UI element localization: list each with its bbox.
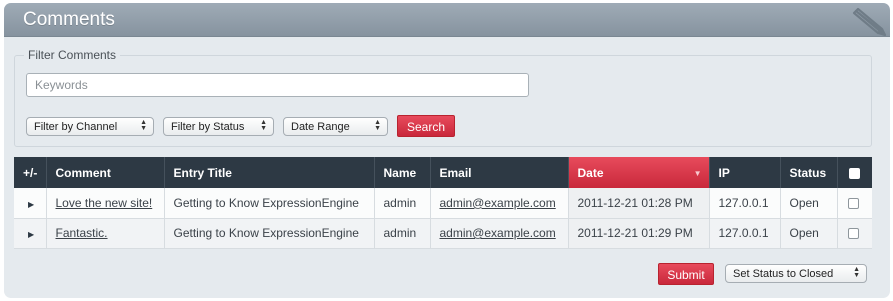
date-cell: 2011-12-21 01:28 PM xyxy=(568,188,710,219)
expand-cell: ▶ xyxy=(14,218,47,249)
row-checkbox[interactable] xyxy=(847,228,859,240)
entry-title-cell: Getting to Know ExpressionEngine xyxy=(164,188,375,219)
sort-desc-icon: ▼ xyxy=(693,169,702,178)
column-status[interactable]: Status xyxy=(780,157,838,188)
expand-row-icon[interactable]: ▶ xyxy=(28,230,34,239)
email-cell: admin@example.com xyxy=(430,188,569,219)
column-entry-title[interactable]: Entry Title xyxy=(164,157,375,188)
select-arrows-icon: ▲ ▼ xyxy=(260,119,267,132)
channel-filter-label: Filter by Channel xyxy=(34,121,118,133)
bulk-action-select[interactable]: Set Status to Closed ▲ ▼ xyxy=(725,264,867,283)
email-link[interactable]: admin@example.com xyxy=(440,226,556,240)
column-email[interactable]: Email xyxy=(430,157,569,188)
expand-row-icon[interactable]: ▶ xyxy=(28,200,34,209)
panel-header: Comments xyxy=(4,3,890,37)
filter-legend: Filter Comments xyxy=(24,48,121,62)
status-cell: Open xyxy=(780,218,838,249)
comment-cell: Fantastic. xyxy=(46,218,165,249)
status-filter-label: Filter by Status xyxy=(171,121,245,133)
comment-link[interactable]: Love the new site! xyxy=(56,196,153,210)
ip-cell: 127.0.0.1 xyxy=(709,218,781,249)
select-cell xyxy=(837,218,872,249)
pencil-icon xyxy=(852,7,887,37)
status-cell: Open xyxy=(780,188,838,219)
column-comment[interactable]: Comment xyxy=(46,157,165,188)
table-row: ▶ Love the new site! Getting to Know Exp… xyxy=(14,188,872,219)
select-arrows-icon: ▲ ▼ xyxy=(374,119,381,132)
ip-cell: 127.0.0.1 xyxy=(709,188,781,219)
comments-table: +/- Comment Entry Title Name Email Date … xyxy=(14,157,872,249)
column-name[interactable]: Name xyxy=(374,157,431,188)
comments-panel: Comments xyxy=(4,3,890,298)
channel-filter-select[interactable]: Filter by Channel ▲ ▼ xyxy=(26,117,154,136)
keywords-input[interactable] xyxy=(26,73,529,97)
date-cell: 2011-12-21 01:29 PM xyxy=(568,218,710,249)
select-cell xyxy=(837,188,872,219)
search-button[interactable]: Search xyxy=(397,115,455,137)
bulk-action-label: Set Status to Closed xyxy=(733,268,834,280)
select-arrows-icon: ▲ ▼ xyxy=(140,119,147,132)
column-expand[interactable]: +/- xyxy=(14,157,47,188)
comment-cell: Love the new site! xyxy=(46,188,165,219)
table-row: ▶ Fantastic. Getting to Know ExpressionE… xyxy=(14,218,872,249)
select-arrows-icon: ▲ ▼ xyxy=(853,266,860,279)
page-title: Comments xyxy=(23,9,115,30)
column-ip[interactable]: IP xyxy=(709,157,781,188)
date-range-select[interactable]: Date Range ▲ ▼ xyxy=(283,117,388,136)
submit-button[interactable]: Submit xyxy=(658,263,714,285)
date-range-label: Date Range xyxy=(291,121,350,133)
name-cell: admin xyxy=(374,218,431,249)
column-date[interactable]: Date ▼ xyxy=(568,157,710,188)
email-link[interactable]: admin@example.com xyxy=(440,196,556,210)
column-select-all xyxy=(837,157,872,188)
select-all-checkbox[interactable] xyxy=(848,167,860,179)
name-cell: admin xyxy=(374,188,431,219)
entry-title-cell: Getting to Know ExpressionEngine xyxy=(164,218,375,249)
row-checkbox[interactable] xyxy=(847,198,859,210)
comment-link[interactable]: Fantastic. xyxy=(56,226,108,240)
expand-cell: ▶ xyxy=(14,188,47,219)
table-header-row: +/- Comment Entry Title Name Email Date … xyxy=(14,157,872,188)
status-filter-select[interactable]: Filter by Status ▲ ▼ xyxy=(163,117,274,136)
column-date-label: Date xyxy=(577,165,604,180)
email-cell: admin@example.com xyxy=(430,218,569,249)
